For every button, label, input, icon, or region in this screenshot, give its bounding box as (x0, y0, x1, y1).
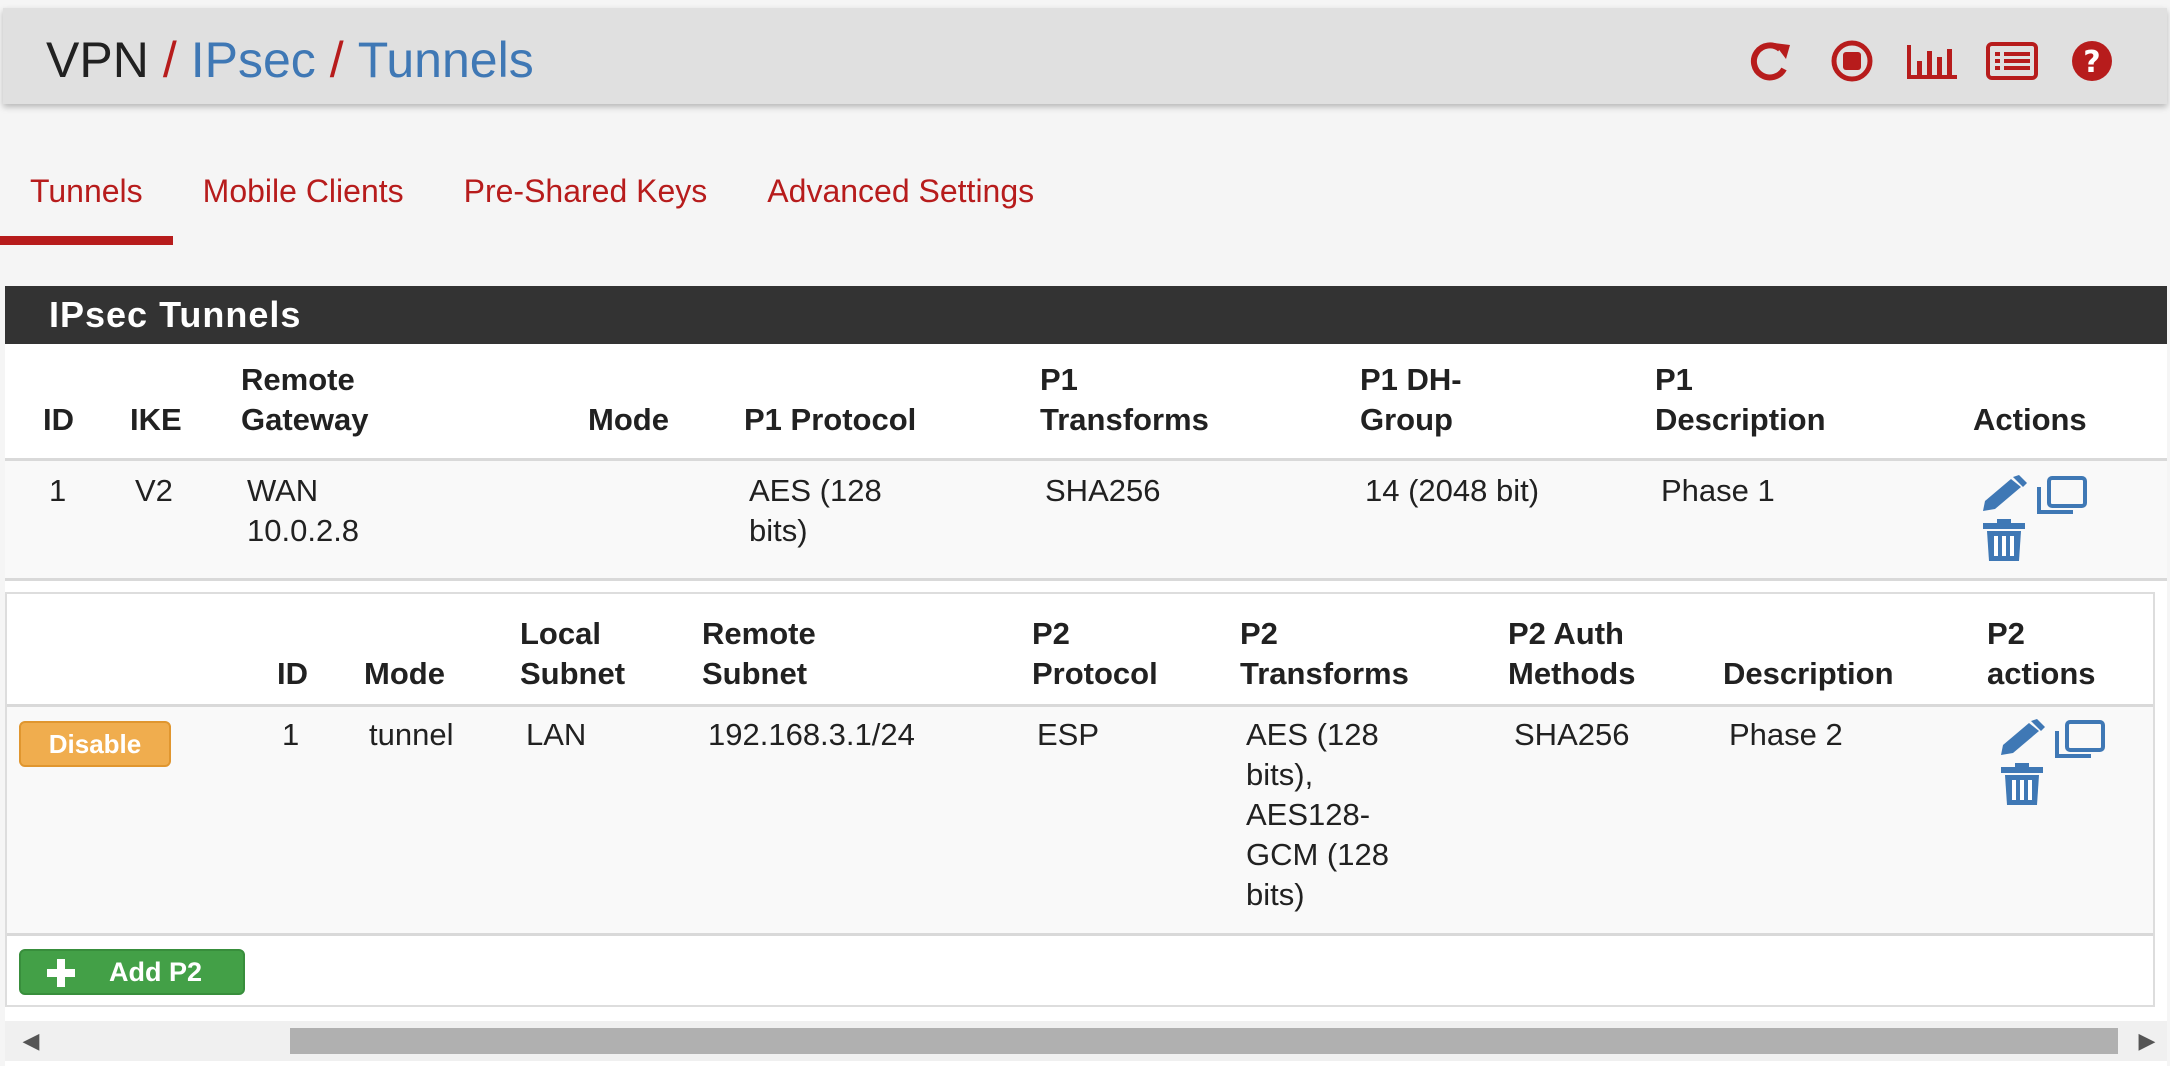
p2-col-header-transforms-line2: Transforms (1240, 656, 1409, 691)
col-header-ike: IKE (130, 402, 182, 437)
p2-col-header-remote-subnet-line1: Remote (702, 616, 816, 651)
col-header-p1-protocol: P1 Protocol (744, 402, 917, 437)
panel-title: IPsec Tunnels (5, 286, 2167, 344)
scrollbar-thumb[interactable] (290, 1028, 2118, 1054)
p1-gateway-interface: WAN (247, 473, 319, 508)
p2-col-header-local-subnet-line2: Subnet (520, 656, 626, 691)
delete-icon[interactable] (1979, 519, 2029, 568)
p2-protocol: ESP (1037, 717, 1100, 752)
clone-icon[interactable] (2035, 475, 2089, 520)
edit-icon[interactable] (1995, 719, 2049, 764)
tab-bar: Tunnels Mobile Clients Pre-Shared Keys A… (0, 155, 1064, 245)
p2-col-header-local-subnet-line1: Local (520, 616, 601, 651)
breadcrumb-vpn: VPN (46, 32, 149, 88)
col-header-p1-description-line1: P1 (1655, 362, 1693, 397)
p1-dh-group: 14 (2048 bit) (1365, 473, 1540, 508)
list-icon[interactable] (1985, 38, 2039, 84)
p2-col-header-actions-line1: P2 (1987, 616, 2025, 651)
ipsec-tunnels-panel: IPsec Tunnels ID IKE Remote Gateway Mode… (5, 286, 2167, 1066)
tab-mobile-clients[interactable]: Mobile Clients (173, 155, 434, 245)
p2-col-header-protocol-line1: P2 (1032, 616, 1070, 651)
breadcrumb-separator: / (329, 32, 344, 88)
p1-description: Phase 1 (1661, 473, 1775, 508)
p2-table: ID Mode Local Subnet Remote Subnet P2 Pr… (5, 592, 2155, 1007)
col-header-p1-transforms-line2: Transforms (1040, 402, 1209, 437)
p2-transforms-line4: GCM (128 (1246, 837, 1389, 872)
tab-pre-shared-keys[interactable]: Pre-Shared Keys (434, 155, 738, 245)
col-header-remote-gateway-line1: Remote (241, 362, 355, 397)
tab-tunnels[interactable]: Tunnels (0, 155, 173, 245)
header-icon-bar: ? (1745, 38, 2119, 84)
col-header-actions: Actions (1973, 402, 2087, 437)
clone-icon[interactable] (2053, 719, 2107, 764)
p2-transforms-line2: bits), (1246, 757, 1314, 792)
add-p2-button[interactable]: Add P2 (19, 949, 245, 995)
p2-remote-subnet: 192.168.3.1/24 (708, 717, 915, 752)
p2-col-header-transforms-line1: P2 (1240, 616, 1278, 651)
col-header-id: ID (43, 402, 74, 437)
breadcrumb-tunnels[interactable]: Tunnels (358, 32, 534, 88)
col-header-remote-gateway-line2: Gateway (241, 402, 369, 437)
col-header-p1-description-line2: Description (1655, 402, 1826, 437)
breadcrumb-ipsec[interactable]: IPsec (191, 32, 316, 88)
help-icon[interactable]: ? (2065, 38, 2119, 84)
p2-col-header-description: Description (1723, 656, 1894, 691)
divider (5, 578, 2167, 581)
p1-id: 1 (49, 473, 67, 508)
divider (7, 933, 2153, 936)
breadcrumb: VPN / IPsec / Tunnels (46, 32, 534, 88)
svg-text:?: ? (2083, 45, 2100, 80)
page-header: VPN / IPsec / Tunnels ? (3, 8, 2167, 104)
p2-id: 1 (282, 717, 300, 752)
p2-transforms-line3: AES128- (1246, 797, 1371, 832)
col-header-p1-transforms-line1: P1 (1040, 362, 1078, 397)
edit-icon[interactable] (1977, 475, 2031, 520)
scroll-right-arrow-icon[interactable]: ▶ (2129, 1021, 2165, 1061)
p2-auth-methods: SHA256 (1514, 717, 1630, 752)
delete-icon[interactable] (1997, 763, 2047, 812)
col-header-mode: Mode (588, 402, 669, 437)
stop-circle-icon[interactable] (1825, 38, 1879, 84)
p1-ike: V2 (135, 473, 173, 508)
horizontal-scrollbar[interactable]: ◀ ▶ (5, 1021, 2167, 1061)
tab-advanced-settings[interactable]: Advanced Settings (737, 155, 1064, 245)
p1-transforms: SHA256 (1045, 473, 1161, 508)
refresh-icon[interactable] (1745, 38, 1799, 84)
p1-gateway-ip: 10.0.2.8 (247, 513, 360, 548)
disable-button[interactable]: Disable (19, 721, 171, 767)
p2-col-header-auth-methods-line2: Methods (1508, 656, 1636, 691)
add-p2-label: Add P2 (109, 957, 203, 987)
p2-mode: tunnel (369, 717, 454, 752)
p2-description: Phase 2 (1729, 717, 1843, 752)
p2-local-subnet: LAN (526, 717, 587, 752)
p2-col-header-protocol-line2: Protocol (1032, 656, 1158, 691)
p2-col-header-mode: Mode (364, 656, 445, 691)
p1-protocol-line1: AES (128 (749, 473, 882, 508)
plus-icon (41, 957, 81, 1001)
p2-col-header-remote-subnet-line2: Subnet (702, 656, 808, 691)
p2-col-header-actions-line2: actions (1987, 656, 2096, 691)
p1-protocol-line2: bits) (749, 513, 808, 548)
col-header-p1-dh-group-line1: P1 DH- (1360, 362, 1462, 397)
p2-transforms-line5: bits) (1246, 877, 1305, 912)
p2-transforms-line1: AES (128 (1246, 717, 1379, 752)
p1-table-row: 1 V2 WAN 10.0.2.8 AES (128 bits) SHA256 … (5, 461, 2167, 578)
scroll-left-arrow-icon[interactable]: ◀ (13, 1021, 49, 1061)
breadcrumb-separator: / (162, 32, 177, 88)
col-header-p1-dh-group-line2: Group (1360, 402, 1453, 437)
p2-col-header-auth-methods-line1: P2 Auth (1508, 616, 1624, 651)
p2-table-row: Disable 1 tunnel LAN 192.168.3.1/24 ESP … (7, 707, 2153, 933)
bar-chart-icon[interactable] (1905, 38, 1959, 84)
p2-col-header-id: ID (277, 656, 308, 691)
